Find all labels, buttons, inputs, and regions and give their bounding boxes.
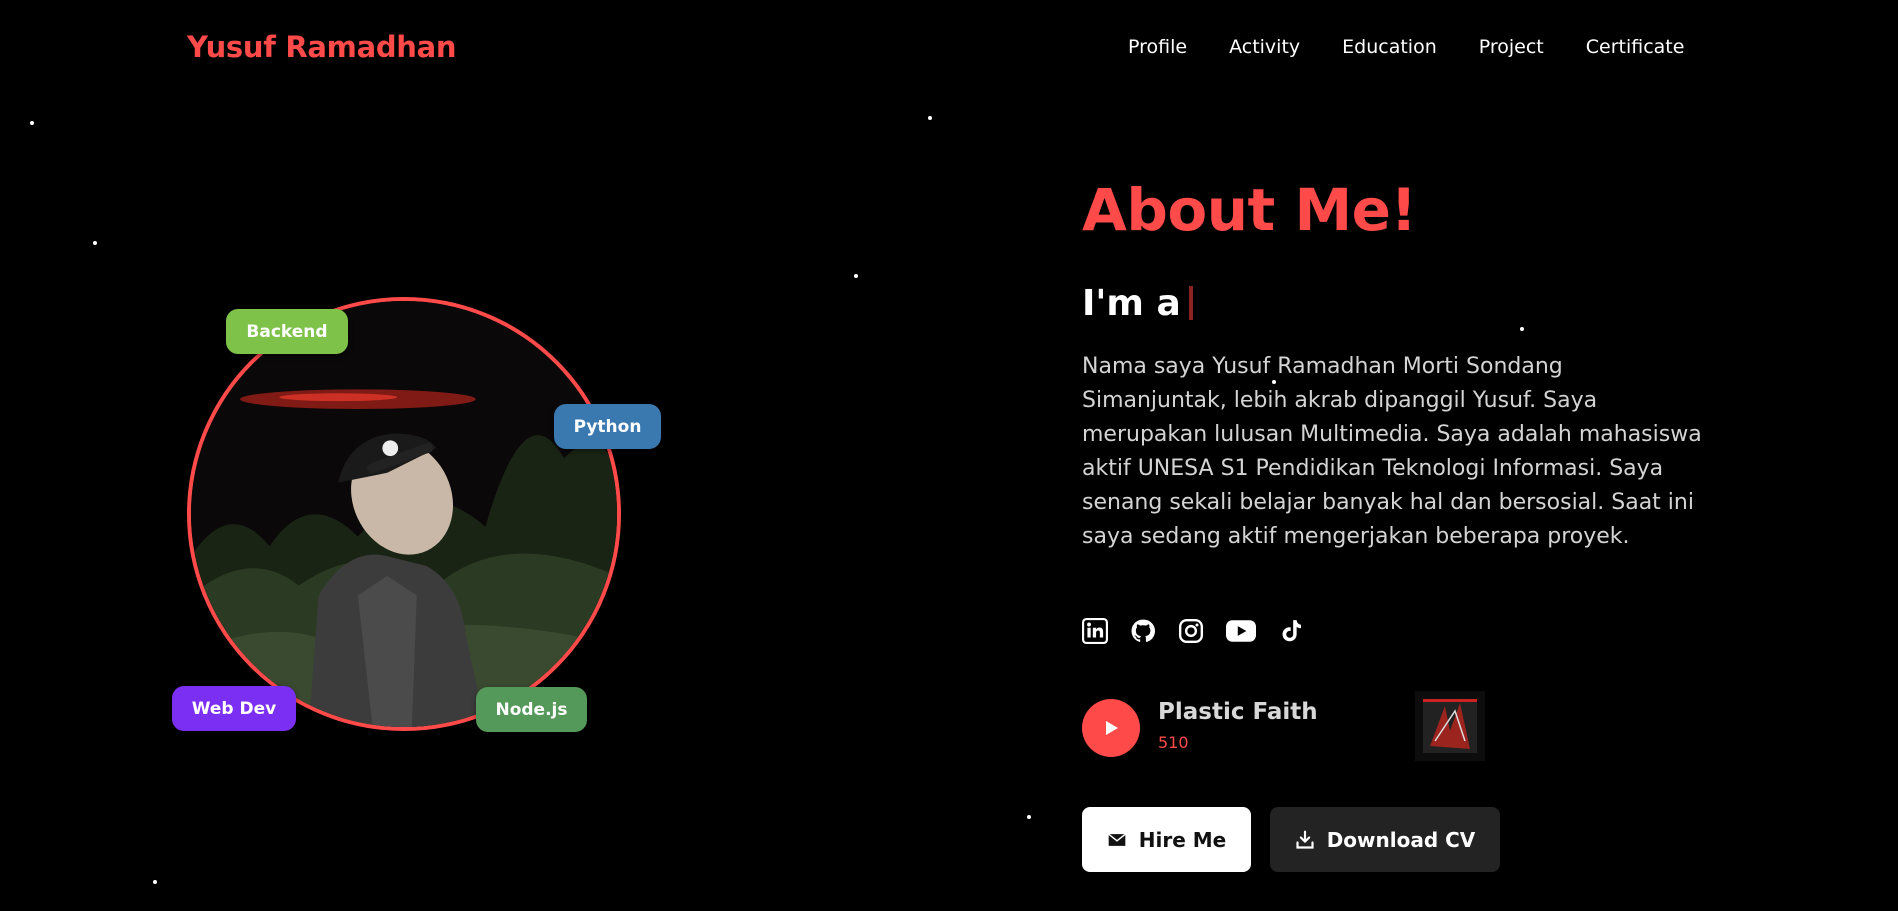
star-decoration (854, 274, 858, 278)
nav-item-activity[interactable]: Activity (1229, 36, 1300, 58)
star-decoration (1027, 815, 1031, 819)
main-nav: Profile Activity Education Project Certi… (1128, 36, 1684, 58)
star-decoration (30, 121, 34, 125)
star-decoration (1520, 327, 1524, 331)
envelope-icon (1107, 833, 1126, 846)
skill-tag-python: Python (554, 404, 661, 449)
nav-item-project[interactable]: Project (1479, 36, 1544, 58)
track-artist: 510 (1158, 733, 1189, 752)
page: Yusuf Ramadhan Profile Activity Educatio… (0, 0, 1898, 911)
hire-me-label: Hire Me (1138, 827, 1227, 852)
skill-tag-backend: Backend (226, 309, 348, 354)
skill-tag-webdev: Web Dev (172, 686, 296, 731)
play-icon (1106, 721, 1118, 735)
nav-item-certificate[interactable]: Certificate (1586, 36, 1685, 58)
tiktok-icon[interactable] (1278, 618, 1304, 644)
linkedin-icon[interactable] (1082, 618, 1108, 644)
hire-me-button[interactable]: Hire Me (1082, 807, 1251, 872)
about-title: About Me! (1082, 176, 1417, 244)
download-cv-label: Download CV (1326, 827, 1476, 852)
nav-item-education[interactable]: Education (1342, 36, 1437, 58)
typing-prefix: I'm a (1082, 283, 1181, 324)
github-icon[interactable] (1130, 618, 1156, 644)
typing-caret (1188, 286, 1193, 320)
social-links (1082, 618, 1326, 644)
skill-tag-nodejs: Node.js (476, 687, 587, 732)
download-cv-button[interactable]: Download CV (1270, 807, 1500, 872)
profile-photo-illustration (191, 301, 617, 727)
nav-item-profile[interactable]: Profile (1128, 36, 1187, 58)
site-brand[interactable]: Yusuf Ramadhan (187, 30, 457, 64)
track-title: Plastic Faith (1158, 699, 1318, 725)
instagram-icon[interactable] (1178, 618, 1204, 644)
star-decoration (93, 241, 97, 245)
profile-photo (187, 297, 621, 731)
star-decoration (153, 880, 157, 884)
music-player: Plastic Faith 510 (1082, 691, 1485, 767)
album-cover (1415, 691, 1485, 761)
youtube-icon[interactable] (1226, 618, 1256, 644)
play-button[interactable] (1082, 699, 1140, 757)
download-icon (1296, 830, 1314, 849)
typing-heading: I'm a (1082, 283, 1193, 324)
star-decoration (928, 116, 932, 120)
about-bio: Nama saya Yusuf Ramadhan Morti Sondang S… (1082, 354, 1702, 549)
